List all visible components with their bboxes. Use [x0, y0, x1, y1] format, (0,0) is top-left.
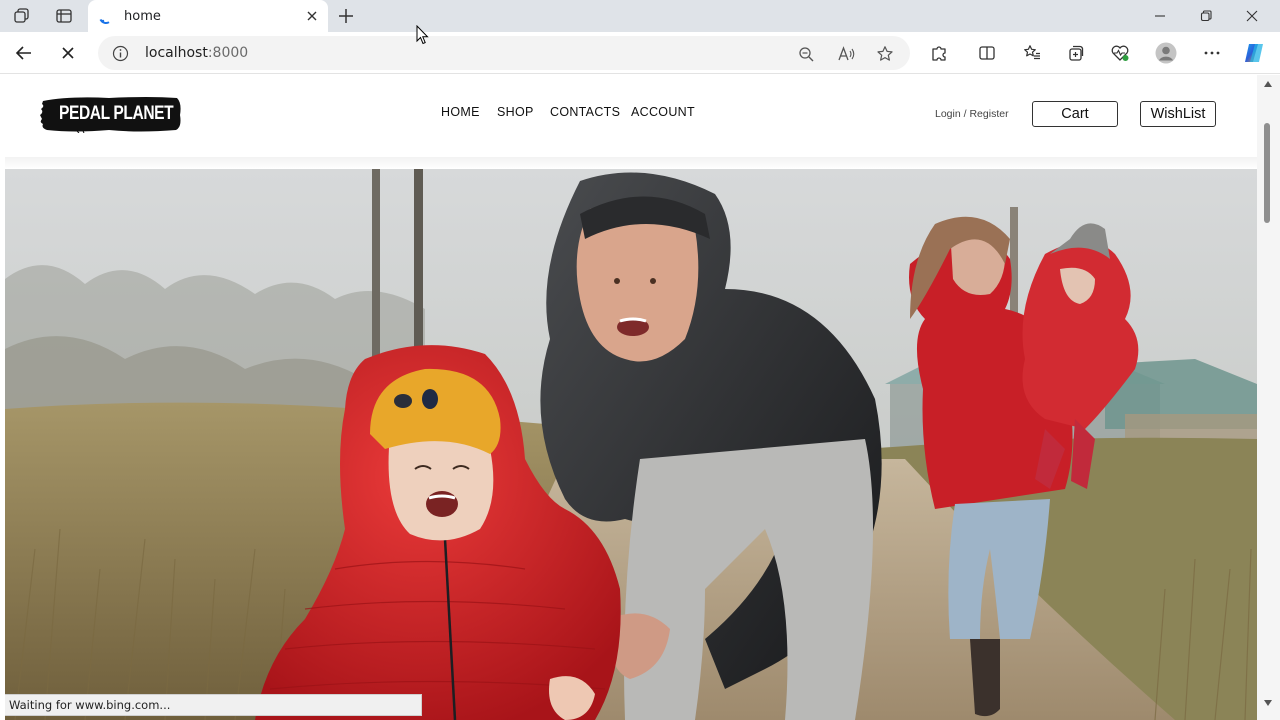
web-page: PEDAL PLANET HOME SHOP CONTACTS ACCOUNT … — [5, 75, 1257, 720]
workspaces-button[interactable] — [9, 4, 35, 28]
tab-title: home — [124, 9, 161, 24]
mouse-cursor-icon — [416, 25, 429, 45]
status-bar: Waiting for www.bing.com... — [5, 694, 422, 716]
zoom-out-icon — [798, 46, 813, 61]
nav-home[interactable]: HOME — [441, 105, 480, 119]
collections-button[interactable] — [1063, 41, 1089, 65]
family-bike-photo — [5, 169, 1257, 720]
favorites-button[interactable] — [1019, 41, 1045, 65]
nav-contacts[interactable]: CONTACTS — [550, 105, 620, 119]
collections-icon — [1069, 45, 1084, 61]
minimize-icon — [1155, 15, 1165, 17]
zoom-button[interactable] — [796, 44, 816, 64]
close-window-button[interactable] — [1232, 4, 1272, 28]
auth-links: Login / Register — [935, 108, 1009, 120]
restore-icon — [1200, 10, 1212, 22]
stop-loading-button[interactable] — [55, 41, 81, 65]
logo-text: PEDAL PLANET — [59, 103, 174, 124]
star-icon — [877, 46, 893, 61]
tab-actions-button[interactable] — [51, 4, 77, 28]
loading-spinner-icon — [99, 10, 113, 24]
restore-button[interactable] — [1186, 4, 1226, 28]
site-logo[interactable]: PEDAL PLANET — [39, 95, 183, 133]
scroll-thumb[interactable] — [1264, 123, 1270, 223]
auth-separator: / — [963, 108, 967, 120]
workspaces-icon — [14, 8, 29, 23]
cart-button[interactable]: Cart — [1032, 101, 1118, 127]
read-aloud-button[interactable] — [836, 44, 856, 64]
copilot-icon — [1245, 44, 1263, 62]
read-aloud-icon — [838, 46, 855, 61]
header-divider — [5, 157, 1257, 169]
url-host: localhost — [145, 45, 208, 61]
back-button[interactable] — [11, 41, 37, 65]
login-link[interactable]: Login — [935, 108, 961, 120]
nav-account[interactable]: ACCOUNT — [631, 105, 695, 119]
plus-icon — [339, 9, 353, 23]
close-icon — [1246, 10, 1258, 22]
heart-pulse-icon — [1111, 45, 1129, 61]
wishlist-button[interactable]: WishList — [1140, 101, 1216, 127]
close-icon — [62, 47, 74, 59]
scroll-up-arrow-icon[interactable] — [1264, 81, 1272, 87]
copilot-button[interactable] — [1241, 41, 1267, 65]
back-arrow-icon — [15, 46, 31, 60]
settings-menu-button[interactable] — [1199, 41, 1225, 65]
tab-home[interactable]: home — [88, 0, 328, 33]
browser-essentials-button[interactable] — [1107, 41, 1133, 65]
url-text[interactable]: localhost:8000 — [145, 45, 248, 61]
more-horizontal-icon — [1204, 51, 1220, 55]
site-header: PEDAL PLANET HOME SHOP CONTACTS ACCOUNT … — [5, 75, 1257, 157]
favorite-button[interactable] — [875, 44, 895, 64]
split-screen-icon — [979, 46, 995, 60]
tab-actions-icon — [56, 9, 72, 23]
tab-close-button[interactable] — [304, 8, 320, 24]
tab-strip: home — [0, 0, 1280, 33]
hero-image — [5, 169, 1257, 720]
browser-window: home localhost:8000 PEDAL PLANET HOME SH… — [0, 0, 1280, 720]
favorites-list-icon — [1024, 45, 1040, 60]
url-port: :8000 — [207, 45, 249, 61]
split-screen-button[interactable] — [974, 41, 1000, 65]
avatar-icon — [1155, 42, 1177, 64]
puzzle-icon — [932, 46, 946, 61]
nav-shop[interactable]: SHOP — [497, 105, 534, 119]
minimize-button[interactable] — [1140, 4, 1180, 28]
new-tab-button[interactable] — [334, 4, 358, 28]
profile-button[interactable] — [1153, 41, 1179, 65]
info-icon[interactable] — [112, 45, 129, 62]
register-link[interactable]: Register — [969, 108, 1008, 120]
close-icon — [307, 11, 317, 21]
browser-toolbar: localhost:8000 — [0, 32, 1280, 74]
address-bar[interactable]: localhost:8000 — [98, 36, 910, 70]
scroll-down-arrow-icon[interactable] — [1264, 700, 1272, 706]
page-scrollbar[interactable] — [1257, 75, 1280, 720]
extensions-button[interactable] — [926, 41, 952, 65]
